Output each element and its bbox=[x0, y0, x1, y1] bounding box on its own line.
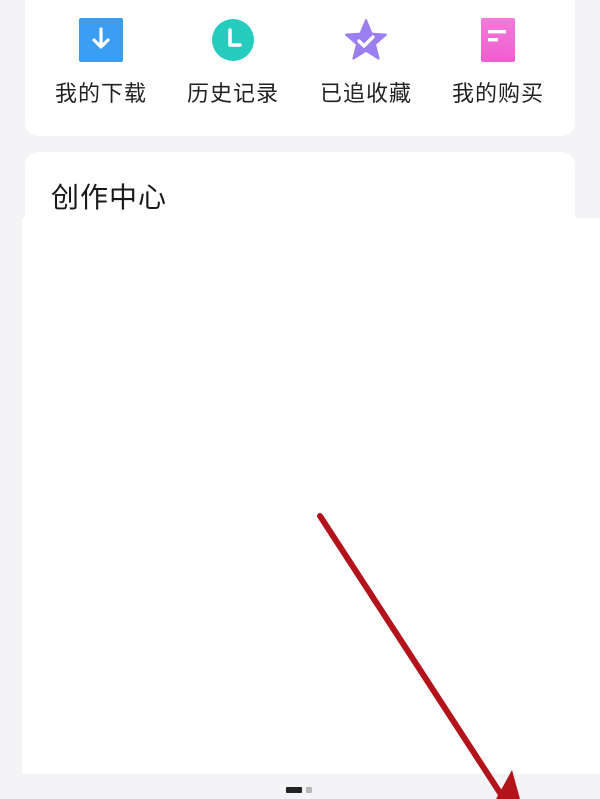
creation-center-title: 创作中心 bbox=[51, 181, 168, 214]
document-icon bbox=[481, 18, 515, 62]
history-button[interactable]: 历史记录 bbox=[173, 0, 293, 136]
arrow-head bbox=[496, 770, 520, 799]
my-downloads-label: 我的下载 bbox=[54, 82, 147, 107]
star-icon bbox=[345, 19, 387, 60]
my-downloads-button[interactable]: 我的下载 bbox=[41, 0, 161, 136]
page-dot-active bbox=[286, 787, 302, 793]
page-dot bbox=[306, 787, 312, 793]
quick-actions-card: 我的下载 历史记录 已追收藏 我的购买 bbox=[25, 0, 575, 136]
history-label: 历史记录 bbox=[186, 82, 279, 107]
download-icon bbox=[79, 18, 123, 62]
my-purchases-label: 我的购买 bbox=[451, 82, 544, 107]
page-indicator bbox=[286, 787, 316, 795]
favorites-label: 已追收藏 bbox=[319, 82, 412, 107]
my-purchases-button[interactable]: 我的购买 bbox=[438, 0, 558, 136]
content-area bbox=[22, 218, 600, 774]
favorites-button[interactable]: 已追收藏 bbox=[306, 0, 426, 136]
clock-icon bbox=[212, 19, 254, 61]
